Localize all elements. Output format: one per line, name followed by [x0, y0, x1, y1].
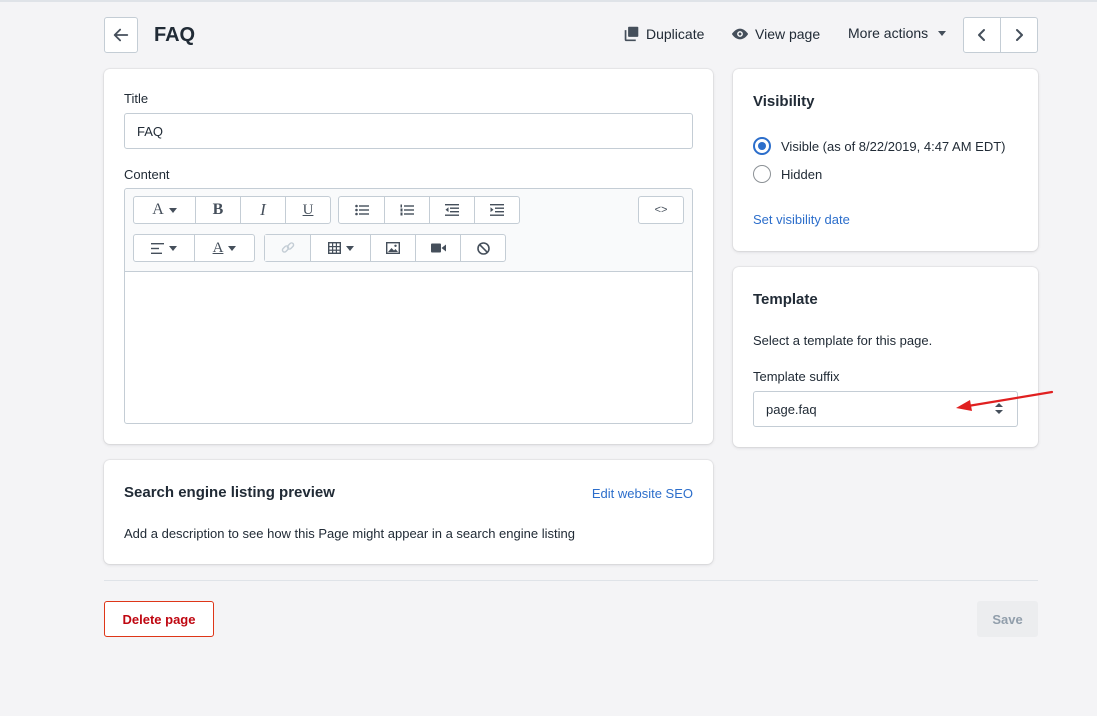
italic-icon: I [260, 200, 266, 219]
caret-down-icon [169, 245, 177, 251]
template-suffix-select[interactable]: page.faq [753, 391, 1018, 427]
delete-page-button[interactable]: Delete page [104, 601, 214, 637]
set-visibility-date-link[interactable]: Set visibility date [753, 212, 850, 227]
page-title: FAQ [154, 24, 196, 46]
bold-icon: B [212, 201, 224, 218]
more-actions-label: More actions [848, 25, 929, 41]
chevron-left-icon [978, 29, 985, 41]
duplicate-label: Duplicate [646, 25, 705, 42]
template-suffix-value: page.faq [766, 401, 817, 417]
numbered-list-icon [400, 204, 414, 216]
text-format-group: A B I U [133, 196, 331, 224]
duplicate-button[interactable]: Duplicate [623, 25, 704, 42]
previous-button[interactable] [964, 18, 1000, 52]
insert-video-button[interactable] [415, 235, 460, 261]
title-label: Title [124, 91, 149, 106]
radio-unchecked[interactable] [753, 165, 771, 183]
rich-text-editor: A B I U <> A [124, 188, 693, 424]
next-button[interactable] [1000, 18, 1037, 52]
hidden-radio-option[interactable]: Hidden [753, 165, 822, 183]
seo-description: Add a description to see how this Page m… [124, 526, 575, 541]
template-suffix-label: Template suffix [753, 369, 840, 384]
page-navigation [963, 17, 1038, 53]
caret-down-icon [938, 30, 947, 36]
outdent-button[interactable] [429, 197, 474, 223]
view-page-button[interactable]: View page [731, 25, 820, 43]
align-dropdown[interactable] [134, 235, 194, 261]
insert-group [264, 234, 506, 262]
alignment-group: A [133, 234, 255, 262]
footer-divider [104, 580, 1038, 581]
html-group: <> [638, 196, 684, 224]
view-page-label: View page [755, 26, 821, 42]
select-arrows-icon [995, 403, 1003, 414]
indent-button[interactable] [474, 197, 519, 223]
link-icon [281, 242, 294, 253]
template-heading: Template [753, 291, 818, 308]
underline-button[interactable]: U [285, 197, 330, 223]
font-style-dropdown[interactable]: A [134, 197, 195, 223]
visible-radio-option[interactable]: Visible (as of 8/22/2019, 4:47 AM EDT) [753, 137, 1006, 155]
clear-formatting-icon [476, 241, 490, 255]
back-button[interactable] [104, 17, 138, 53]
underline-icon: U [302, 201, 314, 218]
clear-formatting-button[interactable] [460, 235, 505, 261]
eye-icon [731, 28, 749, 40]
editor-content-area[interactable] [125, 273, 692, 423]
numbered-list-button[interactable] [384, 197, 429, 223]
visibility-heading: Visibility [753, 93, 815, 110]
template-description: Select a template for this page. [753, 333, 933, 348]
text-color-icon: A [212, 239, 224, 256]
seo-preview-card: Search engine listing preview Edit websi… [104, 460, 713, 564]
align-left-icon [151, 242, 164, 254]
bullet-list-button[interactable] [339, 197, 384, 223]
edit-website-seo-link[interactable]: Edit website SEO [592, 486, 693, 501]
insert-image-button[interactable] [370, 235, 415, 261]
editor-toolbar: A B I U <> A [125, 189, 692, 272]
text-color-dropdown[interactable]: A [194, 235, 254, 261]
image-icon [386, 242, 400, 254]
seo-heading: Search engine listing preview [124, 484, 335, 501]
insert-table-dropdown[interactable] [310, 235, 370, 261]
chevron-right-icon [1016, 29, 1023, 41]
visibility-card: Visibility Visible (as of 8/22/2019, 4:4… [733, 69, 1038, 251]
font-icon: A [152, 201, 164, 218]
bold-button[interactable]: B [195, 197, 240, 223]
title-input[interactable] [124, 113, 693, 149]
video-icon [430, 243, 446, 253]
outdent-icon [445, 204, 459, 216]
caret-down-icon [168, 207, 177, 213]
more-actions-button[interactable]: More actions [848, 25, 947, 41]
code-icon: <> [654, 204, 668, 216]
bullet-list-icon [354, 204, 369, 216]
duplicate-icon [624, 26, 639, 42]
visible-label: Visible (as of 8/22/2019, 4:47 AM EDT) [781, 138, 1006, 154]
caret-down-icon [228, 245, 237, 251]
save-button: Save [977, 601, 1038, 637]
caret-down-icon [345, 245, 354, 251]
table-icon [327, 242, 341, 254]
list-group [338, 196, 520, 224]
show-html-button[interactable]: <> [639, 197, 683, 223]
template-card: Template Select a template for this page… [733, 267, 1038, 447]
italic-button[interactable]: I [240, 197, 285, 223]
page-content-card: Title Content A B I U [104, 69, 713, 444]
top-border [0, 0, 1097, 2]
insert-link-button[interactable] [265, 235, 310, 261]
arrow-left-icon [113, 28, 129, 42]
content-label: Content [124, 167, 170, 182]
hidden-label: Hidden [781, 166, 823, 182]
radio-checked[interactable] [753, 137, 771, 155]
indent-icon [490, 204, 504, 216]
